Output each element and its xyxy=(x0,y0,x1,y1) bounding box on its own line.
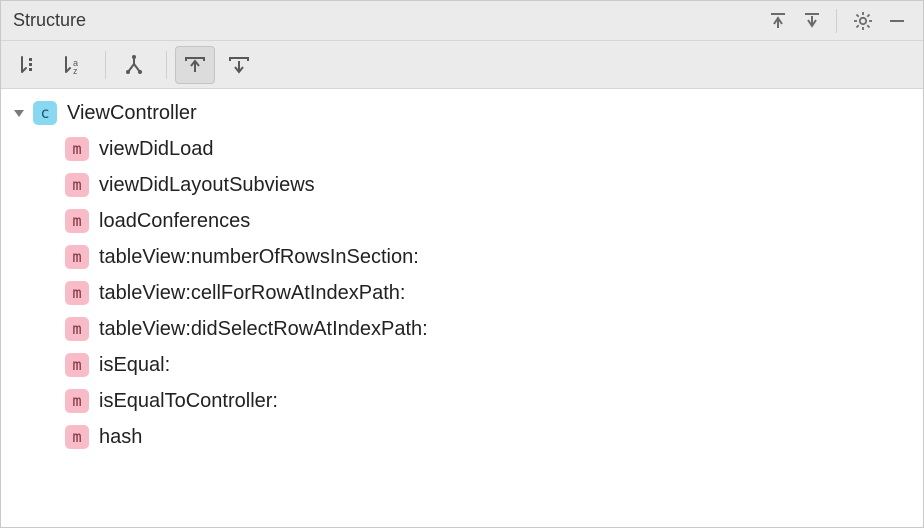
tree-node-class[interactable]: c ViewController xyxy=(1,95,923,131)
method-badge-icon: m xyxy=(65,353,89,377)
sort-alpha-button[interactable]: a z xyxy=(53,46,93,84)
minimize-icon xyxy=(888,12,906,30)
class-badge-icon: c xyxy=(33,101,57,125)
gear-icon xyxy=(853,11,873,31)
hide-button[interactable] xyxy=(881,5,913,37)
tree-node-method[interactable]: m isEqualToController: xyxy=(1,383,923,419)
method-badge-icon: m xyxy=(65,389,89,413)
tree-node-label: loadConferences xyxy=(99,210,250,233)
tree-node-label: tableView:cellForRowAtIndexPath: xyxy=(99,282,405,305)
expand-toggle[interactable] xyxy=(11,105,27,121)
tree-node-label: isEqualToController: xyxy=(99,390,278,413)
method-badge-icon: m xyxy=(65,209,89,233)
tree-node-label: viewDidLoad xyxy=(99,138,214,161)
collapse-all-button[interactable] xyxy=(796,5,828,37)
structure-panel: Structure xyxy=(0,0,924,528)
tree-node-method[interactable]: m viewDidLayoutSubviews xyxy=(1,167,923,203)
titlebar: Structure xyxy=(1,1,923,41)
svg-text:z: z xyxy=(73,66,78,76)
chevron-down-icon xyxy=(13,107,25,119)
tree-node-method[interactable]: m tableView:numberOfRowsInSection: xyxy=(1,239,923,275)
sort-definition-icon xyxy=(18,54,40,76)
tree-node-label: tableView:numberOfRowsInSection: xyxy=(99,246,419,269)
expand-all-icon xyxy=(769,12,787,30)
method-badge-icon: m xyxy=(65,425,89,449)
tree-node-method[interactable]: m isEqual: xyxy=(1,347,923,383)
method-badge-icon: m xyxy=(65,173,89,197)
tree-node-method[interactable]: m hash xyxy=(1,419,923,455)
toolbar-separator-2 xyxy=(166,51,167,79)
titlebar-separator xyxy=(836,9,837,33)
show-inherited-button[interactable] xyxy=(114,46,154,84)
tree-node-label: viewDidLayoutSubviews xyxy=(99,174,315,197)
method-badge-icon: m xyxy=(65,317,89,341)
tree-node-method[interactable]: m loadConferences xyxy=(1,203,923,239)
method-badge-icon: m xyxy=(65,245,89,269)
expand-all-button[interactable] xyxy=(762,5,794,37)
tree-node-label: isEqual: xyxy=(99,354,170,377)
tree-node-method[interactable]: m tableView:cellForRowAtIndexPath: xyxy=(1,275,923,311)
tree-node-label: hash xyxy=(99,426,142,449)
toolbar-separator-1 xyxy=(105,51,106,79)
autoscroll-to-icon xyxy=(227,54,251,76)
panel-title: Structure xyxy=(13,10,86,31)
tree-node-method[interactable]: m viewDidLoad xyxy=(1,131,923,167)
collapse-all-icon xyxy=(803,12,821,30)
autoscroll-from-source-button[interactable] xyxy=(175,46,215,84)
sort-alpha-icon: a z xyxy=(62,54,84,76)
autoscroll-from-icon xyxy=(183,54,207,76)
method-badge-icon: m xyxy=(65,281,89,305)
structure-tree[interactable]: c ViewController m viewDidLoad m viewDid… xyxy=(1,89,923,527)
tree-node-method[interactable]: m tableView:didSelectRowAtIndexPath: xyxy=(1,311,923,347)
method-badge-icon: m xyxy=(65,137,89,161)
toolbar: a z xyxy=(1,41,923,89)
sort-definition-button[interactable] xyxy=(9,46,49,84)
settings-button[interactable] xyxy=(847,5,879,37)
tree-node-label: tableView:didSelectRowAtIndexPath: xyxy=(99,318,428,341)
inherited-icon xyxy=(123,54,145,76)
tree-node-label: ViewController xyxy=(67,102,197,125)
autoscroll-to-source-button[interactable] xyxy=(219,46,259,84)
